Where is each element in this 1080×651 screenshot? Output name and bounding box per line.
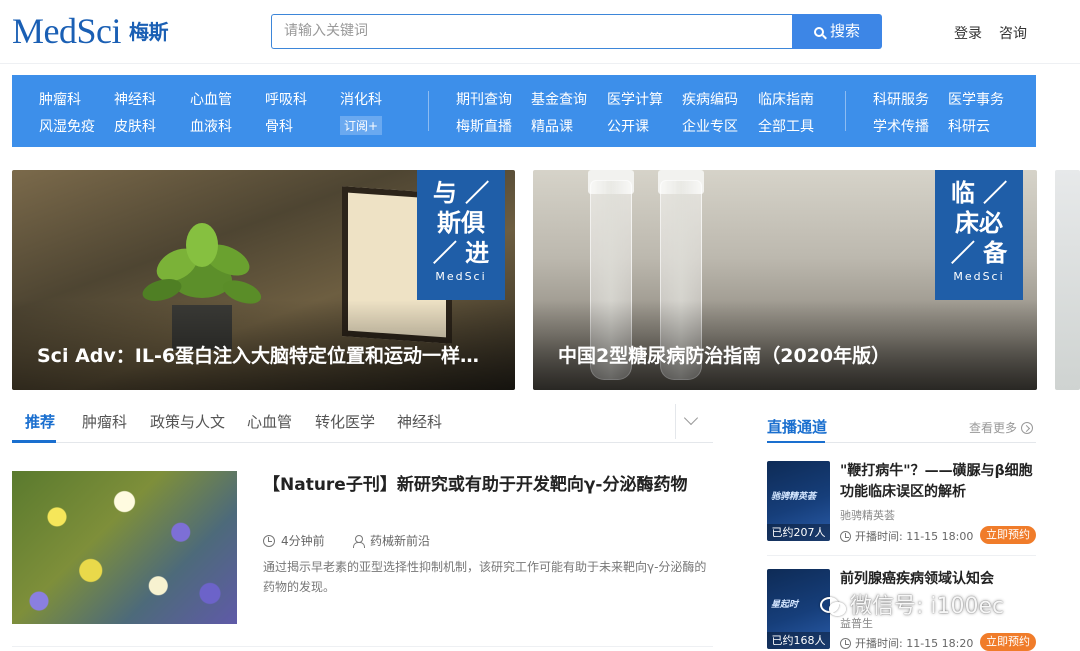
article-time-text: 4分钟前 bbox=[281, 534, 325, 548]
nav-rheumatology[interactable]: 风湿免疫 bbox=[39, 116, 95, 136]
consult-link[interactable]: 咨询 bbox=[999, 23, 1027, 43]
tab-oncology[interactable]: 肿瘤科 bbox=[82, 411, 127, 432]
category-tabs: 推荐 肿瘤科 政策与人文 心血管 转化医学 神经科 bbox=[12, 400, 713, 443]
reserve-button[interactable]: 立即预约 bbox=[980, 526, 1036, 544]
nav-research-service[interactable]: 科研服务 bbox=[873, 89, 929, 109]
wechat-icon bbox=[820, 595, 846, 616]
badge-line: 斯俱 bbox=[437, 208, 485, 237]
person-icon bbox=[352, 535, 365, 548]
reserve-button[interactable]: 立即预约 bbox=[980, 633, 1036, 651]
nav-neurology[interactable]: 神经科 bbox=[114, 89, 156, 109]
live-card-time-text: 开播时间: 11-15 18:00 bbox=[855, 530, 974, 543]
tab-active-indicator bbox=[12, 440, 56, 443]
nav-dermatology[interactable]: 皮肤科 bbox=[114, 116, 156, 136]
banner-title[interactable]: 中国2型糖尿病防治指南（2020年版） bbox=[558, 341, 890, 368]
badge-line: 床必 bbox=[955, 208, 1003, 237]
nav-open-course[interactable]: 公开课 bbox=[607, 116, 649, 136]
nav-med-calc[interactable]: 医学计算 bbox=[607, 89, 663, 109]
clock-icon bbox=[840, 531, 851, 542]
logo-cn: 梅斯 bbox=[129, 20, 169, 44]
logo-text: MedSci bbox=[12, 11, 122, 51]
live-title-indicator bbox=[767, 441, 825, 443]
clock-icon bbox=[263, 535, 275, 547]
live-thumb-text: 星起时 bbox=[771, 600, 799, 610]
nav-medsci-live[interactable]: 梅斯直播 bbox=[456, 116, 512, 136]
nav-medical-affairs[interactable]: 医学事务 bbox=[948, 89, 1004, 109]
badge-line: 与 ／ bbox=[432, 178, 490, 207]
tab-translational[interactable]: 转化医学 bbox=[315, 411, 375, 432]
live-thumb-text: 驰骋精英荟 bbox=[771, 492, 817, 502]
divider bbox=[767, 555, 1036, 556]
nav-gastro[interactable]: 消化科 bbox=[340, 89, 382, 109]
nav-premium-course[interactable]: 精品课 bbox=[531, 116, 573, 136]
live-reserve-count: 已约168人 bbox=[767, 632, 830, 649]
live-card-host: 驰骋精英荟 bbox=[840, 509, 895, 522]
nav-enterprise[interactable]: 企业专区 bbox=[682, 116, 738, 136]
category-nav: 肿瘤科 神经科 心血管 呼吸科 消化科 风湿免疫 皮肤科 血液科 骨科 订阅+ … bbox=[12, 75, 1036, 147]
nav-journal-search[interactable]: 期刊查询 bbox=[456, 89, 512, 109]
nav-orthopedics[interactable]: 骨科 bbox=[265, 116, 293, 136]
banner-badge: 临 ／ 床必 ／ 备 MedSci bbox=[935, 170, 1023, 300]
banner-il6[interactable]: 与 ／ 斯俱 ／ 进 MedSci Sci Adv：IL-6蛋白注入大脑特定位置… bbox=[12, 170, 515, 390]
search-button-label: 搜索 bbox=[829, 22, 860, 40]
live-card-title[interactable]: "鞭打病牛"？——磺脲与β细胞功能临床误区的解析 bbox=[840, 461, 1036, 503]
live-more-text: 查看更多 bbox=[969, 421, 1018, 435]
badge-brand: MedSci bbox=[435, 270, 487, 283]
clock-icon bbox=[840, 638, 851, 649]
article-title[interactable]: 【Nature子刊】新研究或有助于开发靶向γ-分泌酶药物 bbox=[263, 472, 708, 498]
nav-academic-comm[interactable]: 学术传播 bbox=[873, 116, 929, 136]
tab-policy[interactable]: 政策与人文 bbox=[150, 411, 225, 432]
banner-title[interactable]: Sci Adv：IL-6蛋白注入大脑特定位置和运动一样… bbox=[37, 341, 479, 368]
nav-oncology[interactable]: 肿瘤科 bbox=[39, 89, 81, 109]
tab-cardiology[interactable]: 心血管 bbox=[247, 411, 292, 432]
nav-research-cloud[interactable]: 科研云 bbox=[948, 116, 990, 136]
live-channel-title[interactable]: 直播通道 bbox=[767, 416, 827, 437]
nav-all-tools[interactable]: 全部工具 bbox=[758, 116, 814, 136]
article-thumbnail[interactable] bbox=[12, 471, 237, 624]
banner-diabetes-guide[interactable]: 临 ／ 床必 ／ 备 MedSci 中国2型糖尿病防治指南（2020年版） bbox=[533, 170, 1037, 390]
live-card-time: 开播时间: 11-15 18:00 bbox=[840, 528, 973, 544]
article-time: 4分钟前 bbox=[263, 532, 325, 549]
nav-clinical-guide[interactable]: 临床指南 bbox=[758, 89, 814, 109]
live-card-time: 开播时间: 11-15 18:20 bbox=[840, 635, 973, 651]
live-card-title[interactable]: 前列腺癌疾病领域认知会 bbox=[840, 569, 1036, 590]
article-summary: 通过揭示早老素的亚型选择性抑制机制，该研究工作可能有助于未来靶向γ-分泌酶的药物… bbox=[263, 560, 707, 594]
tab-neurology[interactable]: 神经科 bbox=[397, 411, 442, 432]
tab-recommend[interactable]: 推荐 bbox=[25, 411, 55, 432]
badge-line: ／ 进 bbox=[432, 238, 490, 267]
live-reserve-count: 已约207人 bbox=[767, 524, 830, 541]
chevron-right-icon bbox=[1021, 422, 1034, 434]
banner-partial[interactable] bbox=[1055, 170, 1080, 390]
nav-respiratory[interactable]: 呼吸科 bbox=[265, 89, 307, 109]
wechat-watermark: 微信号: i100ec bbox=[820, 588, 1004, 620]
live-card[interactable]: 驰骋精英荟 已约207人 "鞭打病牛"？——磺脲与β细胞功能临床误区的解析 驰骋… bbox=[767, 461, 1036, 551]
live-card-time-text: 开播时间: 11-15 18:20 bbox=[855, 637, 974, 650]
search-button[interactable]: 搜索 bbox=[792, 14, 882, 49]
badge-line: ／ 备 bbox=[950, 238, 1008, 267]
banner-badge: 与 ／ 斯俱 ／ 进 MedSci bbox=[417, 170, 505, 300]
nav-fund-search[interactable]: 基金查询 bbox=[531, 89, 587, 109]
logo[interactable]: MedSci 梅斯 bbox=[12, 10, 169, 52]
badge-brand: MedSci bbox=[953, 270, 1005, 283]
search-icon bbox=[813, 27, 824, 37]
chevron-down-icon[interactable] bbox=[675, 404, 713, 439]
search-input[interactable]: 请输入关键词 bbox=[271, 14, 793, 49]
nav-hematology[interactable]: 血液科 bbox=[190, 116, 232, 136]
nav-divider bbox=[428, 91, 429, 131]
nav-subscribe-button[interactable]: 订阅+ bbox=[340, 116, 383, 135]
live-more-link[interactable]: 查看更多 bbox=[969, 419, 1034, 436]
article-source[interactable]: 药械新前沿 bbox=[352, 532, 430, 549]
nav-disease-code[interactable]: 疾病编码 bbox=[682, 89, 738, 109]
login-link[interactable]: 登录 bbox=[954, 23, 982, 43]
site-header: MedSci 梅斯 请输入关键词 搜索 登录 咨询 bbox=[0, 0, 1080, 64]
badge-line: 临 ／ bbox=[950, 178, 1008, 207]
divider bbox=[12, 646, 713, 647]
article-source-text: 药械新前沿 bbox=[370, 534, 431, 548]
nav-cardiology[interactable]: 心血管 bbox=[190, 89, 232, 109]
watermark-text: 微信号: i100ec bbox=[850, 594, 1005, 619]
nav-divider bbox=[845, 91, 846, 131]
live-thumbnail[interactable]: 驰骋精英荟 已约207人 bbox=[767, 461, 830, 541]
